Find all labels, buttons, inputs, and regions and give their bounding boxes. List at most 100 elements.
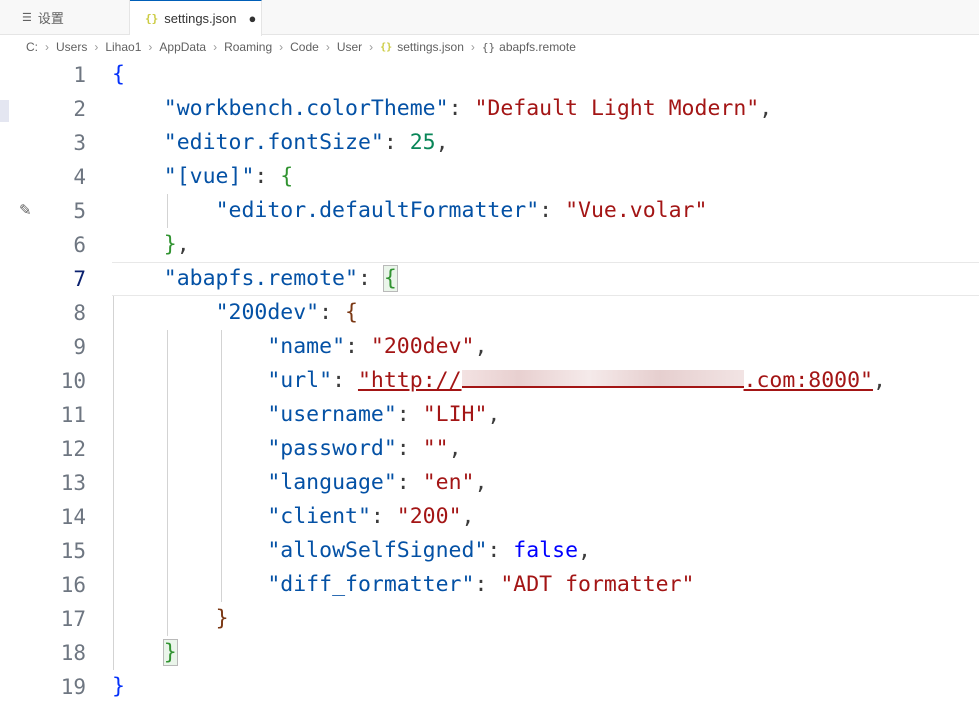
json-key: "200dev" xyxy=(215,300,320,325)
brace: } xyxy=(215,606,229,631)
url-end: .com:8000" xyxy=(743,368,873,393)
json-string-value: "200" xyxy=(396,504,462,529)
line-content: "allowSelfSigned": false, xyxy=(267,538,591,563)
json-key: "allowSelfSigned" xyxy=(267,538,488,563)
code-line: 14 "client": "200", xyxy=(0,500,979,534)
code-line: 17 } xyxy=(0,602,979,636)
json-key: "workbench.colorTheme" xyxy=(163,96,449,121)
tab-bar: ☰ 设置 {} settings.json ● xyxy=(0,0,979,36)
line-number: 4 xyxy=(73,165,86,189)
code-line: 11 "username": "LIH", xyxy=(0,398,979,432)
json-boolean-value: false xyxy=(513,538,579,563)
json-key: "username" xyxy=(267,402,397,427)
line-number: 8 xyxy=(73,301,86,325)
chevron-right-icon: › xyxy=(94,40,99,54)
line-content: } xyxy=(112,670,125,704)
line-content: "workbench.colorTheme": "Default Light M… xyxy=(163,96,773,121)
code-line: 2 "workbench.colorTheme": "Default Light… xyxy=(0,92,979,126)
line-content: { xyxy=(112,58,125,92)
breadcrumb-item[interactable]: Users xyxy=(56,40,87,54)
breadcrumb-item[interactable]: Roaming xyxy=(224,40,272,54)
line-content: "language": "en", xyxy=(267,470,488,495)
json-key: "diff_formatter" xyxy=(267,572,475,597)
line-content: }, xyxy=(163,232,190,257)
breadcrumb-item[interactable]: User xyxy=(337,40,362,54)
brace: { xyxy=(280,164,294,189)
breadcrumb: C: › Users › Lihao1 › AppData › Roaming … xyxy=(0,36,979,58)
line-content: } xyxy=(112,636,178,670)
chevron-right-icon: › xyxy=(470,40,475,54)
line-number: 3 xyxy=(73,131,86,155)
code-line-current: 7 "abapfs.remote": { xyxy=(0,262,979,296)
code-line: 6 }, xyxy=(0,228,979,262)
line-number: 9 xyxy=(73,335,86,359)
code-line: 3 "editor.fontSize": 25, xyxy=(0,126,979,160)
json-string-value: "LIH" xyxy=(422,402,488,427)
json-key: "client" xyxy=(267,504,371,529)
line-content: } xyxy=(112,602,229,636)
code-line: 15 "allowSelfSigned": false, xyxy=(0,534,979,568)
brace: { xyxy=(112,62,125,87)
code-line: 19 } xyxy=(0,670,979,704)
breadcrumb-item[interactable]: Lihao1 xyxy=(105,40,141,54)
tab-label: settings.json xyxy=(164,11,237,26)
line-content: "editor.defaultFormatter": "Vue.volar" xyxy=(215,198,708,223)
code-line: 4 "[vue]": { xyxy=(0,160,979,194)
line-content: "client": "200", xyxy=(267,504,475,529)
line-number: 11 xyxy=(60,403,86,427)
chevron-right-icon: › xyxy=(279,40,284,54)
code-editor[interactable]: ✎ 1 { 2 "workbench.colorTheme": "Default… xyxy=(0,58,979,728)
tab-label: 设置 xyxy=(37,11,64,26)
line-number: 15 xyxy=(60,539,86,563)
code-line: 13 "language": "en", xyxy=(0,466,979,500)
line-content: "200dev": { xyxy=(215,300,358,325)
line-number: 7 xyxy=(73,267,86,291)
line-content: "editor.fontSize": 25, xyxy=(163,130,449,155)
code-line: 5 "editor.defaultFormatter": "Vue.volar" xyxy=(0,194,979,228)
line-number: 6 xyxy=(73,233,86,257)
brace: } xyxy=(112,674,125,699)
url-link[interactable]: "http:// .com:8000" xyxy=(358,368,873,393)
tab-settings-ui[interactable]: ☰ 设置 xyxy=(0,0,130,35)
url-start: "http:// xyxy=(357,368,462,393)
breadcrumb-item[interactable]: AppData xyxy=(159,40,206,54)
json-key: "[vue]" xyxy=(163,164,255,189)
breadcrumb-item[interactable]: abapfs.remote xyxy=(499,40,576,54)
json-file-icon: {} xyxy=(145,12,159,25)
unsaved-dot-icon[interactable]: ● xyxy=(249,11,257,26)
brace: } xyxy=(163,232,177,257)
json-string-value: "ADT formatter" xyxy=(500,572,695,597)
tab-settings-json[interactable]: {} settings.json ● xyxy=(130,0,262,36)
line-number: 5 xyxy=(73,199,86,223)
code-line: 16 "diff_formatter": "ADT formatter" xyxy=(0,568,979,602)
line-number: 17 xyxy=(60,607,86,631)
chevron-right-icon: › xyxy=(148,40,153,54)
code-line: 8 "200dev": { xyxy=(0,296,979,330)
breadcrumb-item[interactable]: settings.json xyxy=(397,40,464,54)
matched-brace: { xyxy=(382,265,398,292)
code-line: 10 "url": "http://.com:8000", xyxy=(0,364,979,398)
line-number: 10 xyxy=(60,369,86,393)
json-number-value: 25 xyxy=(409,130,436,155)
json-key: "editor.fontSize" xyxy=(163,130,384,155)
line-content: "url": "http://.com:8000", xyxy=(267,368,886,393)
chevron-right-icon: › xyxy=(369,40,374,54)
json-key: "password" xyxy=(267,436,397,461)
settings-icon: ☰ xyxy=(22,12,32,24)
breadcrumb-item[interactable]: Code xyxy=(290,40,319,54)
breadcrumb-item[interactable]: C: xyxy=(26,40,38,54)
line-number: 12 xyxy=(60,437,86,461)
json-string-value: "Vue.volar" xyxy=(565,198,708,223)
line-number: 14 xyxy=(60,505,86,529)
json-key: "language" xyxy=(267,470,397,495)
json-string-value: "200dev" xyxy=(370,334,475,359)
line-number: 1 xyxy=(73,63,86,87)
chevron-right-icon: › xyxy=(325,40,330,54)
json-string-value: "Default Light Modern" xyxy=(474,96,760,121)
line-number: 13 xyxy=(60,471,86,495)
line-content: "[vue]": { xyxy=(163,164,294,189)
line-content: "abapfs.remote": { xyxy=(163,265,398,292)
chevron-right-icon: › xyxy=(45,40,49,54)
json-key: "name" xyxy=(267,334,346,359)
line-content: "username": "LIH", xyxy=(267,402,501,427)
